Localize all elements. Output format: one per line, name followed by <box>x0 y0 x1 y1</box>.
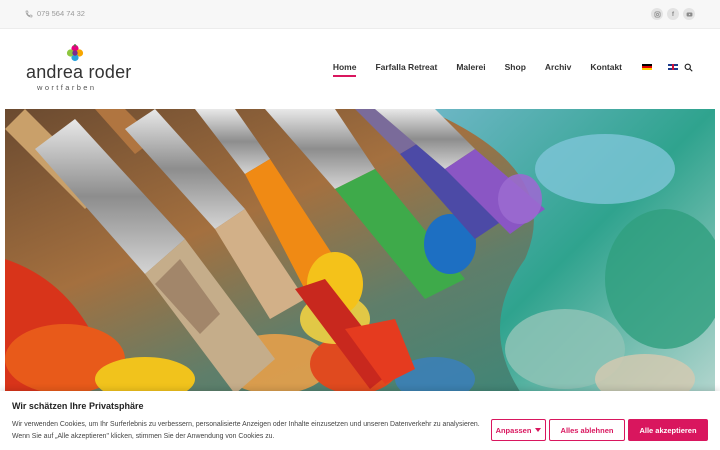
nav-kontakt[interactable]: Kontakt <box>590 62 622 72</box>
cookie-text-line2: Wenn Sie auf „Alle akzeptieren" klicken,… <box>12 433 275 440</box>
cookie-consent-banner: Wir schätzen Ihre Privatsphäre Wir verwe… <box>0 391 720 450</box>
customize-button[interactable]: Anpassen <box>491 419 546 441</box>
cookie-description: Wir verwenden Cookies, um Ihr Surferlebn… <box>12 419 487 443</box>
cookie-text-line1: Wir verwenden Cookies, um Ihr Surferlebn… <box>12 421 480 428</box>
logo-subtitle: wortfarben <box>37 83 97 92</box>
logo-name: andrea roder <box>26 62 132 82</box>
top-bar: 079 564 74 32 f <box>0 0 720 29</box>
nav-malerei[interactable]: Malerei <box>456 62 485 72</box>
instagram-icon[interactable] <box>651 8 663 20</box>
accept-all-button[interactable]: Alle akzeptieren <box>628 419 708 441</box>
nav-archiv[interactable]: Archiv <box>545 62 571 72</box>
nav-home[interactable]: Home <box>332 62 356 77</box>
reject-all-button[interactable]: Alles ablehnen <box>549 419 625 441</box>
german-flag-icon[interactable] <box>642 64 652 70</box>
main-navigation: Home Farfalla Retreat Malerei Shop Archi… <box>314 62 693 77</box>
hero-image <box>5 109 715 399</box>
youtube-icon[interactable] <box>683 8 695 20</box>
phone-icon <box>25 10 33 17</box>
english-flag-icon[interactable] <box>668 64 678 70</box>
facebook-icon[interactable]: f <box>667 8 679 20</box>
site-logo[interactable]: andrea roder wortfarben <box>26 44 131 94</box>
nav-farfalla-retreat[interactable]: Farfalla Retreat <box>375 62 437 72</box>
cookie-title: Wir schätzen Ihre Privatsphäre <box>12 401 144 411</box>
facebook-glyph: f <box>671 10 675 18</box>
social-links: f <box>651 8 695 20</box>
nav-shop[interactable]: Shop <box>505 62 526 72</box>
flower-logo-icon <box>66 44 84 62</box>
site-header: andrea roder wortfarben Home Farfalla Re… <box>0 29 720 106</box>
phone-contact[interactable]: 079 564 74 32 <box>25 9 85 18</box>
paintbrushes-illustration <box>5 109 715 399</box>
search-icon[interactable] <box>684 63 693 72</box>
phone-number: 079 564 74 32 <box>37 9 85 18</box>
customize-label: Anpassen <box>495 425 532 435</box>
chevron-down-icon <box>535 428 542 432</box>
